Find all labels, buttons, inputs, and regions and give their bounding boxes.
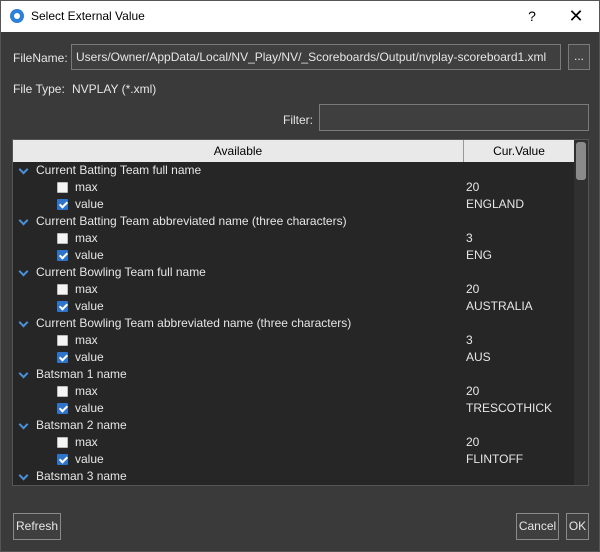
tree-item-row[interactable]: value TRESCOTHICK <box>13 400 574 417</box>
tree-item-row[interactable]: max 20 <box>13 281 574 298</box>
chevron-down-icon[interactable] <box>19 417 29 434</box>
filename-label: FileName: <box>13 51 68 65</box>
tree-item-current-value: TRESCOTHICK <box>466 401 553 415</box>
checkbox-unchecked[interactable] <box>57 182 68 193</box>
file-type-label: File Type: <box>13 82 65 96</box>
tree-item-label: max <box>75 231 98 245</box>
tree-item-label: value <box>75 452 104 466</box>
file-type-value: NVPLAY (*.xml) <box>72 82 157 96</box>
tree-group-row[interactable]: Current Batting Team full name <box>13 162 574 179</box>
filter-label: Filter: <box>283 113 313 127</box>
tree-group-label: Current Batting Team abbreviated name (t… <box>36 214 347 228</box>
chevron-down-icon[interactable] <box>19 315 29 332</box>
tree-item-row[interactable]: max 20 <box>13 383 574 400</box>
close-button[interactable]: ✕ <box>564 5 588 27</box>
tree-item-label: max <box>75 333 98 347</box>
tree-group-label: Current Bowling Team full name <box>36 265 206 279</box>
ok-button[interactable]: OK <box>566 513 589 540</box>
tree-item-current-value: 3 <box>466 231 473 245</box>
tree-group-row[interactable]: Batsman 1 name <box>13 366 574 383</box>
tree-group-row[interactable]: Current Batting Team abbreviated name (t… <box>13 213 574 230</box>
tree-item-label: max <box>75 384 98 398</box>
checkbox-checked[interactable] <box>57 250 68 261</box>
tree-item-row[interactable]: value ENG <box>13 247 574 264</box>
tree-item-row[interactable]: max 3 <box>13 230 574 247</box>
tree-item-label: value <box>75 248 104 262</box>
checkbox-checked[interactable] <box>57 352 68 363</box>
tree-item-row[interactable]: max 3 <box>13 332 574 349</box>
checkbox-unchecked[interactable] <box>57 335 68 346</box>
checkbox-checked[interactable] <box>57 403 68 414</box>
tree-item-current-value: AUS <box>466 350 491 364</box>
help-button[interactable]: ? <box>521 5 543 27</box>
tree-group-row[interactable]: Batsman 3 name <box>13 468 574 485</box>
select-external-value-dialog: Select External Value ? ✕ FileName: User… <box>0 0 600 552</box>
tree-group-row[interactable]: Batsman 2 name <box>13 417 574 434</box>
column-header-available[interactable]: Available <box>13 140 464 162</box>
scrollbar-thumb[interactable] <box>576 142 586 180</box>
chevron-down-icon[interactable] <box>19 213 29 230</box>
app-icon <box>10 9 24 23</box>
tree-item-current-value: 20 <box>466 435 480 449</box>
refresh-button[interactable]: Refresh <box>13 513 61 540</box>
tree-item-row[interactable]: value FLINTOFF <box>13 451 574 468</box>
tree-item-label: value <box>75 197 104 211</box>
chevron-down-icon[interactable] <box>19 162 29 179</box>
tree-group-label: Current Bowling Team abbreviated name (t… <box>36 316 352 330</box>
checkbox-unchecked[interactable] <box>57 233 68 244</box>
window-title: Select External Value <box>31 9 145 23</box>
tree-item-row[interactable]: max 20 <box>13 179 574 196</box>
filename-field[interactable]: Users/Owner/AppData/Local/NV_Play/NV/_Sc… <box>71 44 561 70</box>
checkbox-checked[interactable] <box>57 199 68 210</box>
browse-button[interactable]: ... <box>568 44 590 70</box>
checkbox-unchecked[interactable] <box>57 284 68 295</box>
available-values-tree[interactable]: Available Cur.Value Current Batting Team… <box>12 139 589 486</box>
filter-input[interactable] <box>319 104 589 131</box>
checkbox-checked[interactable] <box>57 454 68 465</box>
tree-item-row[interactable]: max 20 <box>13 434 574 451</box>
tree-item-row[interactable]: value AUS <box>13 349 574 366</box>
chevron-down-icon[interactable] <box>19 264 29 281</box>
tree-item-current-value: 3 <box>466 333 473 347</box>
tree-group-label: Batsman 1 name <box>36 367 127 381</box>
tree-item-row[interactable]: value AUSTRALIA <box>13 298 574 315</box>
checkbox-unchecked[interactable] <box>57 437 68 448</box>
title-bar: Select External Value ? ✕ <box>1 1 599 32</box>
column-header-cur-value[interactable]: Cur.Value <box>464 140 574 162</box>
tree-item-label: max <box>75 282 98 296</box>
tree-header: Available Cur.Value <box>13 140 574 162</box>
chevron-down-icon[interactable] <box>19 366 29 383</box>
tree-item-current-value: 20 <box>466 180 480 194</box>
tree-item-label: value <box>75 299 104 313</box>
tree-item-label: value <box>75 350 104 364</box>
checkbox-checked[interactable] <box>57 301 68 312</box>
tree-item-label: max <box>75 180 98 194</box>
tree-item-row[interactable]: value ENGLAND <box>13 196 574 213</box>
tree-item-label: value <box>75 401 104 415</box>
chevron-down-icon[interactable] <box>19 468 29 485</box>
tree-group-label: Current Batting Team full name <box>36 163 202 177</box>
tree-item-current-value: 20 <box>466 384 480 398</box>
tree-item-current-value: 20 <box>466 282 480 296</box>
tree-rows: Current Batting Team full name max 20 value… <box>13 162 574 485</box>
tree-item-current-value: AUSTRALIA <box>466 299 533 313</box>
tree-group-row[interactable]: Current Bowling Team full name <box>13 264 574 281</box>
tree-item-current-value: FLINTOFF <box>466 452 524 466</box>
tree-item-current-value: ENGLAND <box>466 197 525 211</box>
tree-item-label: max <box>75 435 98 449</box>
tree-group-row[interactable]: Current Bowling Team abbreviated name (t… <box>13 315 574 332</box>
checkbox-unchecked[interactable] <box>57 386 68 397</box>
cancel-button[interactable]: Cancel <box>516 513 559 540</box>
tree-group-label: Batsman 3 name <box>36 469 127 483</box>
tree-group-label: Batsman 2 name <box>36 418 127 432</box>
tree-item-current-value: ENG <box>466 248 493 262</box>
vertical-scrollbar[interactable] <box>574 140 588 485</box>
